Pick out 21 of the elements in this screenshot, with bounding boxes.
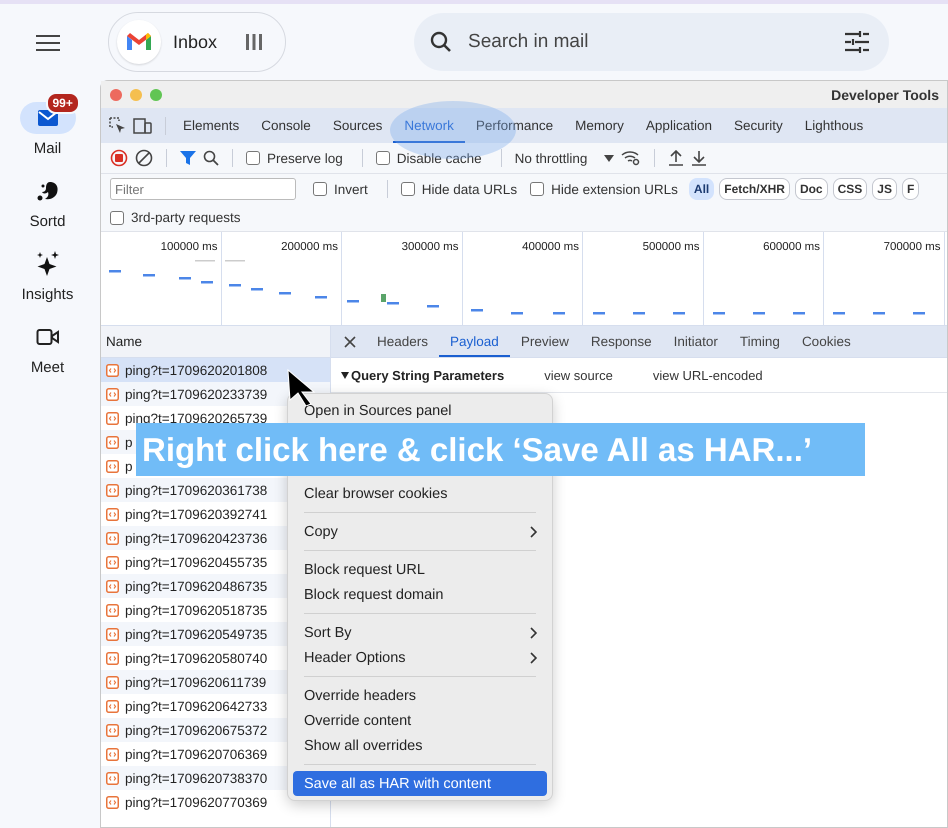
window-title: Developer Tools [831, 86, 939, 102]
time-tick-label: 500000 ms [642, 241, 700, 253]
checkbox-label: Invert [334, 182, 368, 196]
checkbox-label: Preserve log [267, 150, 343, 166]
time-tick-label: 700000 ms [884, 241, 940, 253]
rail-label: Sortd [30, 213, 66, 230]
checkbox-label: Hide data URLs [422, 182, 518, 196]
section-title: Query String Parameters [351, 368, 504, 382]
time-tick-label: 200000 ms [281, 241, 338, 253]
rail-label: Meet [30, 359, 64, 376]
time-tick-label: 400000 ms [522, 241, 579, 253]
time-tick-label: 600000 ms [763, 241, 820, 253]
unread-badge: 99+ [46, 92, 80, 114]
time-tick-label: 100000 ms [160, 241, 218, 253]
instruction-banner: Right click here & click ‘Save All as HAR...’ [136, 423, 865, 476]
checkbox-label: Hide extension URLs [551, 182, 678, 196]
checkbox-label: 3rd-party requests [131, 210, 241, 225]
rail-label: Insights [22, 286, 74, 303]
time-tick-label: 300000 ms [402, 241, 458, 253]
checkbox-label: Disable cache [396, 150, 482, 166]
rail-label: Mail [34, 140, 62, 157]
